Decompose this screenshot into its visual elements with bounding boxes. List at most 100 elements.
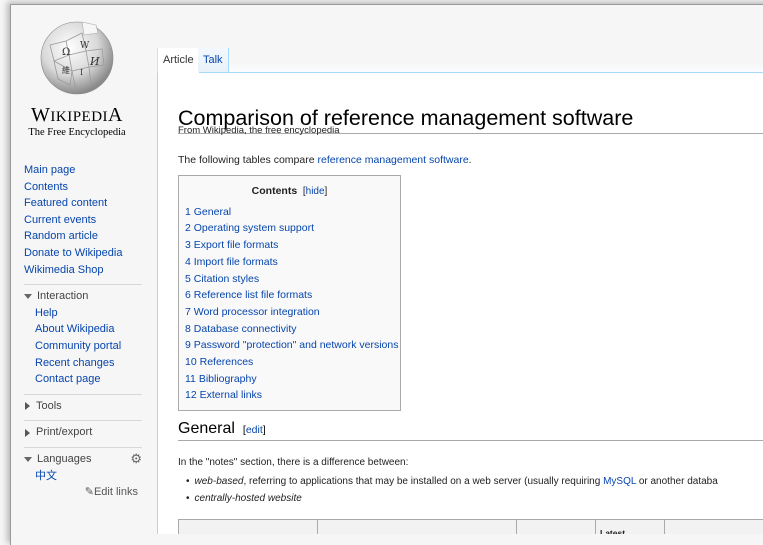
portal-interaction: Interaction Help About Wikipedia Communi… bbox=[24, 284, 142, 388]
toc-item-number: 1 bbox=[185, 206, 191, 218]
tab-talk[interactable]: Talk bbox=[198, 48, 229, 72]
tagline: The Free Encyclopedia bbox=[22, 127, 132, 138]
svg-text:W: W bbox=[80, 41, 90, 51]
nav-about-wikipedia[interactable]: About Wikipedia bbox=[24, 321, 142, 338]
edit-links[interactable]: ✎Edit links bbox=[24, 484, 142, 501]
toc-item-number: 6 bbox=[185, 289, 191, 301]
portal-tools: Tools bbox=[24, 394, 142, 415]
nav-community-portal[interactable]: Community portal bbox=[24, 338, 142, 355]
toc-item-label: Word processor integration bbox=[194, 306, 320, 318]
gear-icon[interactable]: ⚙ bbox=[130, 451, 142, 468]
expand-triangle-icon bbox=[25, 429, 30, 437]
table-header-cell bbox=[179, 520, 318, 535]
notes-paragraph: In the "notes" section, there is a diffe… bbox=[178, 457, 408, 468]
tab-article[interactable]: Article bbox=[157, 48, 200, 73]
toc-item-number: 3 bbox=[185, 239, 191, 251]
toc-item[interactable]: 4 Import file formats bbox=[185, 254, 400, 271]
toc-item[interactable]: 5 Citation styles bbox=[185, 271, 400, 288]
mysql-link[interactable]: MySQL bbox=[603, 476, 636, 487]
web-based-term: web-based bbox=[195, 476, 244, 487]
main-navigation: Main page Contents Featured content Curr… bbox=[24, 162, 142, 278]
portal-interaction-heading: Interaction bbox=[37, 288, 88, 305]
toc-item[interactable]: 12 External links bbox=[185, 387, 400, 404]
svg-text:維: 維 bbox=[62, 65, 70, 75]
language-link-chinese[interactable]: 中文 bbox=[24, 468, 142, 485]
nav-random-article[interactable]: Random article bbox=[24, 228, 142, 245]
wikipedia-logo[interactable]: Ω W И 維 I WIKIPEDIA The Free Encyclopedi… bbox=[22, 15, 132, 155]
toc-item[interactable]: 2 Operating system support bbox=[185, 220, 400, 237]
nav-contents[interactable]: Contents bbox=[24, 179, 142, 196]
portal-interaction-toggle[interactable]: Interaction bbox=[24, 288, 142, 305]
portal-print-export: Print/export bbox=[24, 420, 142, 441]
portal-languages-heading: Languages bbox=[37, 451, 91, 468]
section-edit[interactable]: [edit] bbox=[243, 424, 266, 436]
toc-item-label: Export file formats bbox=[194, 239, 279, 251]
intro-link-reference-management-software[interactable]: reference management software bbox=[318, 154, 469, 166]
section-heading-general: General[edit] bbox=[178, 420, 763, 441]
toc-item-number: 7 bbox=[185, 306, 191, 318]
toc-item-label: Bibliography bbox=[199, 373, 257, 385]
nav-help[interactable]: Help bbox=[24, 305, 142, 322]
intro-paragraph: The following tables compare reference m… bbox=[178, 154, 472, 166]
portal-print-export-toggle[interactable]: Print/export bbox=[24, 424, 142, 441]
toc-item-label: Import file formats bbox=[194, 256, 278, 268]
collapse-triangle-icon bbox=[24, 457, 32, 462]
intro-text: The following tables compare bbox=[178, 154, 318, 166]
toc-list: 1 General2 Operating system support3 Exp… bbox=[179, 204, 400, 404]
collapse-triangle-icon bbox=[24, 294, 32, 299]
toc-title: Contents bbox=[252, 185, 298, 197]
toc-item-label: Database connectivity bbox=[194, 323, 297, 335]
portal-languages-toggle[interactable]: Languages ⚙ bbox=[24, 451, 142, 468]
toc-item-label: Reference list file formats bbox=[194, 289, 312, 301]
site-sub: From Wikipedia, the free encyclopedia bbox=[178, 125, 340, 136]
sidebar: Main page Contents Featured content Curr… bbox=[24, 162, 142, 501]
notes-list: web-based, referring to applications tha… bbox=[178, 474, 718, 507]
toc-item-label: External links bbox=[200, 389, 262, 401]
svg-text:I: I bbox=[80, 68, 83, 77]
toc-hide-link[interactable]: hide bbox=[306, 186, 325, 197]
nav-contact-page[interactable]: Contact page bbox=[24, 371, 142, 388]
table-header-latest: Latest bbox=[596, 520, 665, 535]
table-header-cell bbox=[517, 520, 596, 535]
toc-item[interactable]: 8 Database connectivity bbox=[185, 321, 400, 338]
portal-tools-toggle[interactable]: Tools bbox=[24, 398, 142, 415]
toc-item[interactable]: 6 Reference list file formats bbox=[185, 287, 400, 304]
content-area: Comparison of reference management softw… bbox=[157, 73, 763, 534]
table-header-cell bbox=[665, 520, 763, 535]
tab-bar: Article Talk bbox=[157, 48, 763, 73]
svg-text:Ω: Ω bbox=[62, 47, 70, 58]
nav-donate[interactable]: Donate to Wikipedia bbox=[24, 245, 142, 262]
list-item-text: , referring to applications that may be … bbox=[243, 476, 603, 487]
toc-item-label: Password "protection" and network versio… bbox=[194, 339, 399, 351]
table-of-contents: Contents [hide] 1 General2 Operating sys… bbox=[178, 175, 401, 411]
nav-main-page[interactable]: Main page bbox=[24, 162, 142, 179]
table-header-row: Latest bbox=[179, 520, 763, 535]
toc-item-label: References bbox=[200, 356, 254, 368]
nav-wikimedia-shop[interactable]: Wikimedia Shop bbox=[24, 262, 142, 279]
toc-item-number: 12 bbox=[185, 389, 197, 401]
nav-current-events[interactable]: Current events bbox=[24, 212, 142, 229]
puzzle-globe-icon: Ω W И 維 I bbox=[36, 15, 118, 97]
nav-featured-content[interactable]: Featured content bbox=[24, 195, 142, 212]
toc-hide-toggle[interactable]: [hide] bbox=[300, 186, 327, 197]
toc-item-label: Operating system support bbox=[194, 222, 314, 234]
toc-item[interactable]: 1 General bbox=[185, 204, 400, 221]
toc-item[interactable]: 11 Bibliography bbox=[185, 371, 400, 388]
portal-print-export-heading: Print/export bbox=[36, 424, 92, 441]
toc-item[interactable]: 9 Password "protection" and network vers… bbox=[185, 337, 400, 354]
portal-languages: Languages ⚙ 中文 ✎Edit links bbox=[24, 447, 142, 501]
toc-item[interactable]: 7 Word processor integration bbox=[185, 304, 400, 321]
edit-links-label: Edit links bbox=[94, 486, 138, 498]
toc-item[interactable]: 3 Export file formats bbox=[185, 237, 400, 254]
centrally-hosted-term: centrally-hosted website bbox=[195, 493, 302, 504]
section-edit-link[interactable]: edit bbox=[246, 424, 263, 436]
nav-recent-changes[interactable]: Recent changes bbox=[24, 355, 142, 372]
toc-item[interactable]: 10 References bbox=[185, 354, 400, 371]
list-item: web-based, referring to applications tha… bbox=[186, 474, 718, 491]
toc-item-number: 11 bbox=[185, 373, 196, 385]
list-item: centrally-hosted website bbox=[186, 491, 718, 508]
intro-period: . bbox=[469, 154, 472, 166]
wordmark: WIKIPEDIA bbox=[22, 104, 132, 127]
toc-item-number: 4 bbox=[185, 256, 191, 268]
portal-tools-heading: Tools bbox=[36, 398, 62, 415]
